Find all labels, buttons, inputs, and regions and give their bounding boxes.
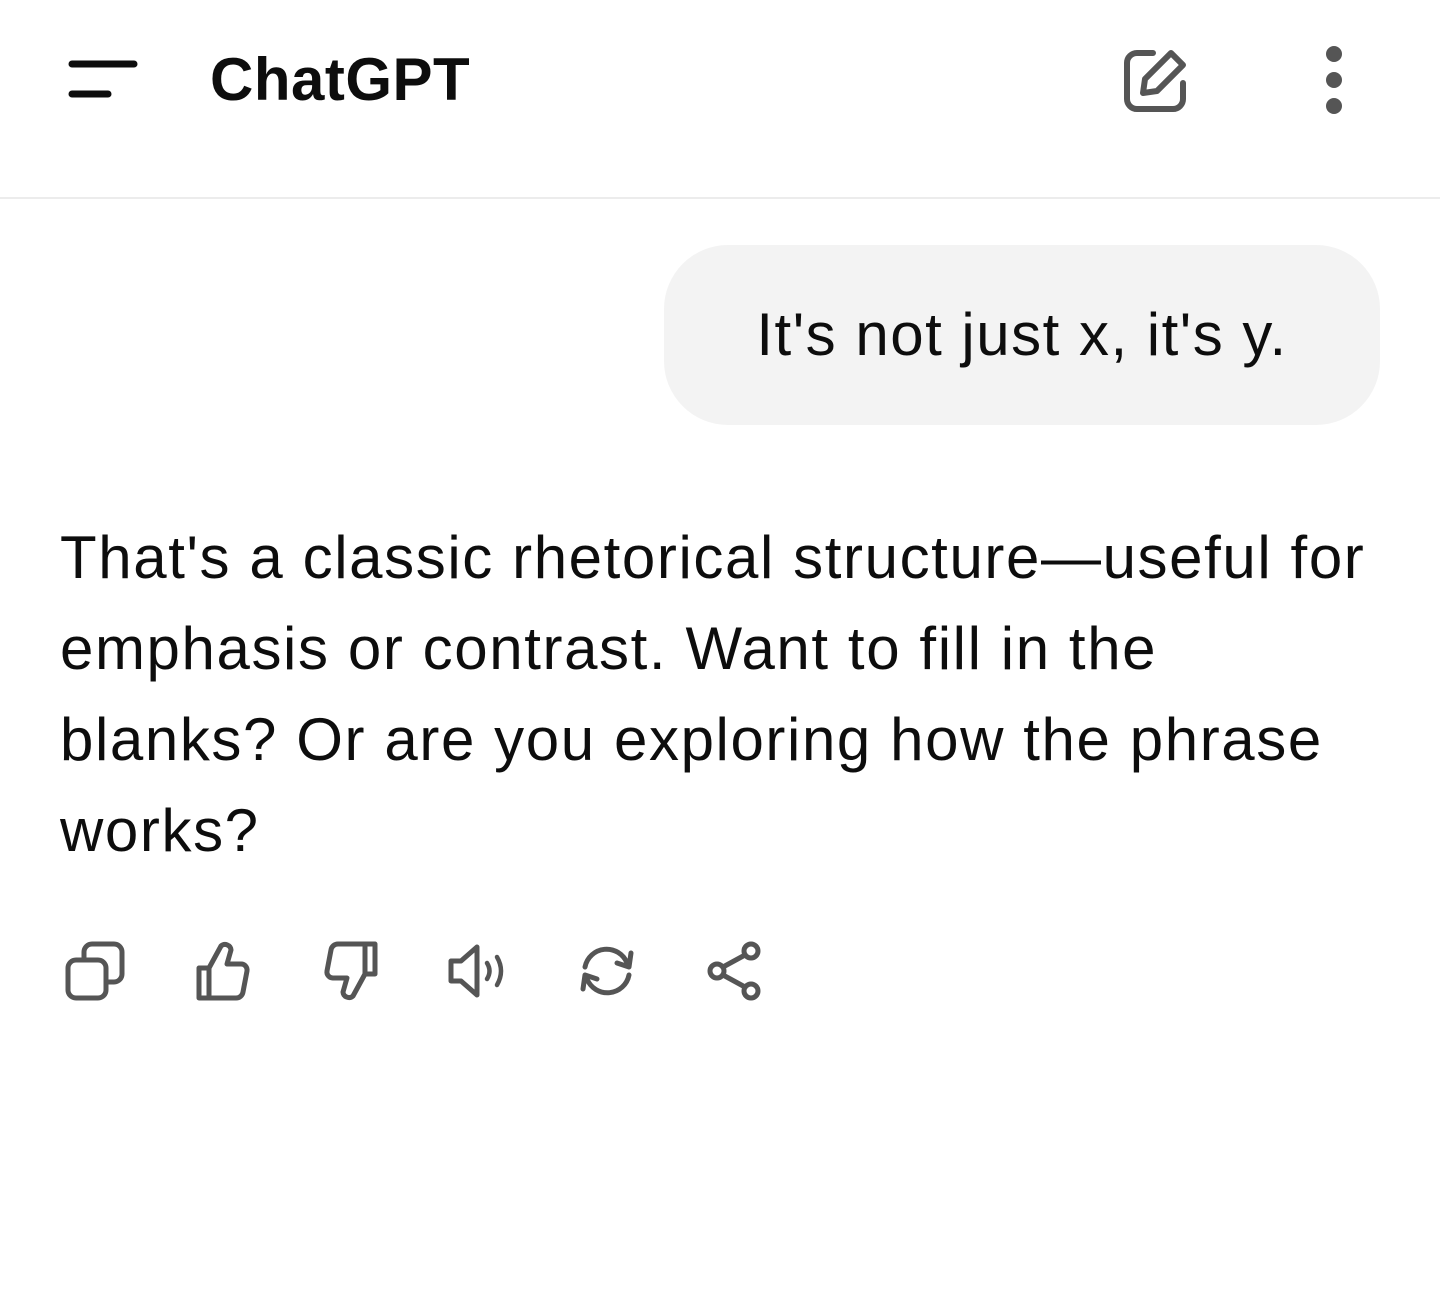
like-button[interactable] xyxy=(188,936,258,1006)
dislike-button[interactable] xyxy=(316,936,386,1006)
new-chat-button[interactable] xyxy=(1110,36,1200,126)
thumbs-up-icon xyxy=(196,941,250,1001)
message-actions xyxy=(60,936,770,1006)
user-message-bubble: It's not just x, it's y. xyxy=(664,245,1380,425)
more-options-button[interactable] xyxy=(1294,36,1374,126)
copy-icon xyxy=(65,941,125,1001)
menu-button[interactable] xyxy=(54,40,154,120)
more-vertical-icon xyxy=(1326,46,1342,114)
top-bar: ChatGPT xyxy=(0,0,1440,199)
thumbs-down-icon xyxy=(324,941,378,1001)
chat-app: ChatGPT It's not just x, it's y. That's … xyxy=(0,0,1440,1298)
app-title: ChatGPT xyxy=(210,46,471,113)
regenerate-icon xyxy=(580,946,634,996)
share-icon xyxy=(707,941,761,1001)
edit-icon xyxy=(1124,50,1186,112)
share-button[interactable] xyxy=(700,936,770,1006)
regenerate-button[interactable] xyxy=(572,936,642,1006)
copy-button[interactable] xyxy=(60,936,130,1006)
read-aloud-button[interactable] xyxy=(444,936,514,1006)
assistant-message-text: That's a classic rhetorical structure—us… xyxy=(60,524,1366,864)
speaker-icon xyxy=(448,944,504,998)
menu-icon xyxy=(68,60,138,98)
user-message-text: It's not just x, it's y. xyxy=(756,301,1288,368)
